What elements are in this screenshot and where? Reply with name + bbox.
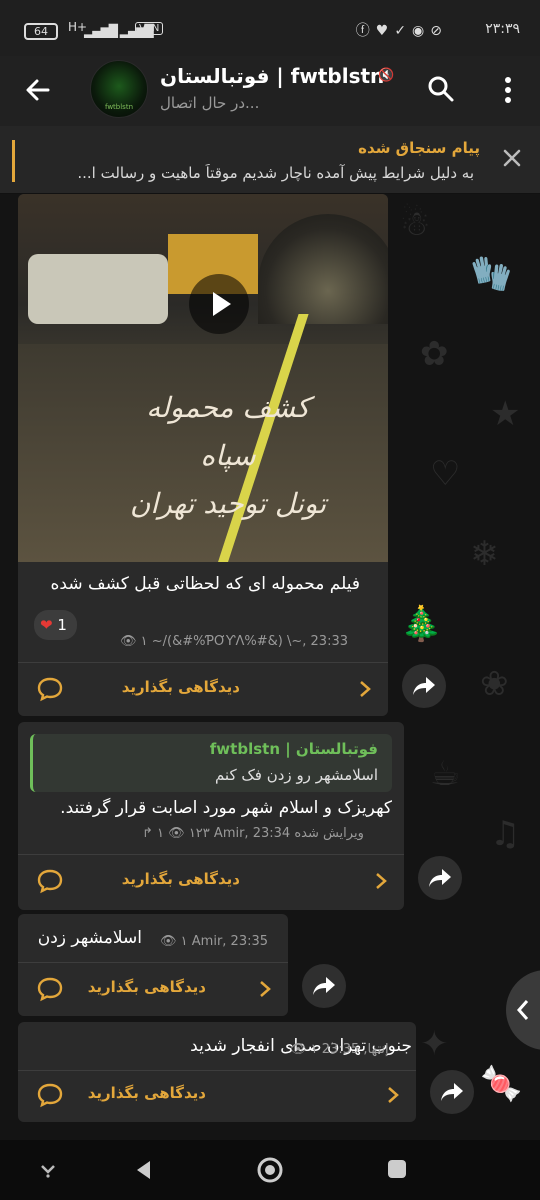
share-count-icon: ↱ <box>142 826 153 841</box>
video-thumbnail[interactable]: کشف محموله سپاه تونل توحید تهران <box>18 194 388 562</box>
chevron-right-icon <box>388 1087 399 1103</box>
nav-home-icon[interactable] <box>256 1156 284 1184</box>
comment-button[interactable]: دیدگاهی بگذارید <box>18 666 388 712</box>
comment-label: دیدگاهی بگذارید <box>121 870 240 888</box>
message-meta: ↱ ۱ 👁 ۱۲۳ Amir, 23:34 ویرایش شده <box>142 826 364 841</box>
nav-recents-icon[interactable] <box>386 1158 408 1180</box>
nav-back-icon[interactable] <box>134 1158 154 1182</box>
eye-icon: 👁 <box>290 1042 307 1057</box>
view-count: ۱ <box>180 934 188 949</box>
message-signature: ~/(&#%ƤƠƳɅ%#&) \~, 23:33 <box>151 634 348 649</box>
chevron-right-icon <box>260 981 271 997</box>
divider <box>18 662 388 663</box>
avatar-label: fwtblstn <box>104 103 134 111</box>
chevron-left-icon <box>516 1000 529 1020</box>
clock: ۲۳:۳۹ <box>485 21 520 37</box>
wallpaper-doodle: ♫ <box>490 814 521 854</box>
comment-button[interactable]: دیدگاهی بگذارید <box>18 858 404 904</box>
wallpaper-doodle: ✦ <box>420 1024 449 1064</box>
comment-label: دیدگاهی بگذارید <box>121 678 240 696</box>
share-count: ۱ <box>157 826 165 841</box>
reaction-count: 1 <box>57 616 67 634</box>
share-icon <box>441 1083 463 1101</box>
pinned-title: پیام سنجاق شده <box>358 139 480 157</box>
comment-icon <box>37 1083 63 1108</box>
message-text: اسلامشهر زدن <box>37 928 142 948</box>
message-text: کهریزک و اسلام شهر مورد اصابت قرار گرفتن… <box>60 798 392 818</box>
video-overlay-text: کشف محموله سپاه تونل توحید تهران <box>129 391 327 520</box>
pinned-accent-bar <box>12 140 15 182</box>
comment-button[interactable]: دیدگاهی بگذارید <box>18 1072 416 1118</box>
connection-status: در حال اتصال... <box>160 94 260 112</box>
reply-text: اسلامشهر رو زدن فک کنم <box>214 766 378 784</box>
comment-icon <box>37 677 63 702</box>
system-nav-bar <box>0 1140 540 1200</box>
view-count: ۱ <box>140 634 148 649</box>
message-meta: 👁 ۱ ~/(&#%ƤƠƳɅ%#&) \~, 23:33 <box>120 634 348 649</box>
reaction-badge[interactable]: ❤ 1 <box>34 610 77 640</box>
battery-indicator: 64 <box>24 23 58 40</box>
eye-icon: 👁 <box>160 934 177 949</box>
reply-quote[interactable]: فوتبالستان | fwtblstn اسلامشهر رو زدن فک… <box>30 734 392 792</box>
comment-button[interactable]: دیدگاهی بگذارید <box>18 966 288 1012</box>
edited-label: ویرایش شده <box>294 826 364 841</box>
video-car <box>28 254 168 324</box>
divider <box>18 962 288 963</box>
vpn-badge: VPN <box>135 22 164 35</box>
chevron-right-icon <box>376 873 387 889</box>
channel-avatar[interactable]: fwtblstn <box>90 60 148 118</box>
mute-icon: 🔇 <box>378 68 395 83</box>
wallpaper-doodle: ❀ <box>480 664 509 704</box>
view-count: ۱۲۳ <box>188 826 210 841</box>
chat-header: fwtblstn فوتبالستان | fwtblstn 🔇 در حال … <box>0 56 540 126</box>
status-bar: 64 H+ ▂▄▆█ ▂▄▆█ VPN ⓕ♥✓◉⊘ ۲۳:۳۹ <box>0 0 540 56</box>
comment-icon <box>37 977 63 1002</box>
message-signature: إنتها, 23:35 <box>321 1042 389 1057</box>
comment-label: دیدگاهی بگذارید <box>87 1084 206 1102</box>
message-meta: 👁 ۱ Amir, 23:35 <box>160 934 268 949</box>
divider <box>18 1070 416 1071</box>
video-tunnel <box>258 214 388 324</box>
comment-label: دیدگاهی بگذارید <box>87 978 206 996</box>
keyboard-hide-icon[interactable] <box>36 1160 60 1180</box>
wallpaper-doodle: ☕ <box>430 754 461 794</box>
notification-icons: ⓕ♥✓◉⊘ <box>355 23 448 39</box>
eye-icon: 👁 <box>168 826 185 841</box>
chevron-right-icon <box>360 681 371 697</box>
share-button[interactable] <box>430 1070 474 1114</box>
wallpaper-doodle: ★ <box>490 394 521 434</box>
play-button[interactable] <box>189 274 249 334</box>
share-icon <box>413 677 435 695</box>
message-text: فیلم محموله ای که لحظاتی قبل کشف شده <box>50 574 361 594</box>
wallpaper-doodle: ☃ <box>400 204 431 244</box>
divider <box>18 854 404 855</box>
wallpaper-doodle: 🧤 <box>470 254 513 294</box>
message-signature: Amir, 23:35 <box>191 934 269 949</box>
channel-title[interactable]: فوتبالستان | fwtblstn <box>160 64 384 88</box>
share-button[interactable] <box>418 856 462 900</box>
share-icon <box>313 977 335 995</box>
back-arrow-icon[interactable] <box>22 74 54 106</box>
chat-area[interactable]: ☃ 🧤 ✿ ★ ♡ ❄ 🎄 ❀ ☕ ♫ ✦ 🍬 کشف محموله سپاه … <box>0 194 540 1140</box>
view-count: ۱ <box>310 1042 318 1057</box>
wallpaper-doodle: ♡ <box>430 454 461 494</box>
wallpaper-doodle: 🎄 <box>400 604 443 644</box>
message-signature: Amir, 23:34 <box>213 826 291 841</box>
heart-icon: ❤ <box>40 616 53 634</box>
wallpaper-doodle: ✿ <box>420 334 449 374</box>
share-button[interactable] <box>402 664 446 708</box>
pinned-message-bar[interactable]: پیام سنجاق شده به دلیل شرایط پیش آمده نا… <box>0 126 540 194</box>
share-button[interactable] <box>302 964 346 1008</box>
eye-icon: 👁 <box>120 634 137 649</box>
pinned-text: به دلیل شرایط پیش آمده ناچار شدیم موقتاً… <box>77 164 474 182</box>
more-menu-icon[interactable] <box>500 74 516 106</box>
close-icon[interactable] <box>500 146 524 170</box>
wallpaper-doodle: 🍬 <box>480 1064 523 1104</box>
comment-icon <box>37 869 63 894</box>
reply-author: فوتبالستان | fwtblstn <box>209 740 378 758</box>
share-icon <box>429 869 451 887</box>
wallpaper-doodle: ❄ <box>470 534 499 574</box>
search-icon[interactable] <box>426 74 456 104</box>
message-meta: 👁 ۱ إنتها, 23:35 <box>290 1042 389 1057</box>
